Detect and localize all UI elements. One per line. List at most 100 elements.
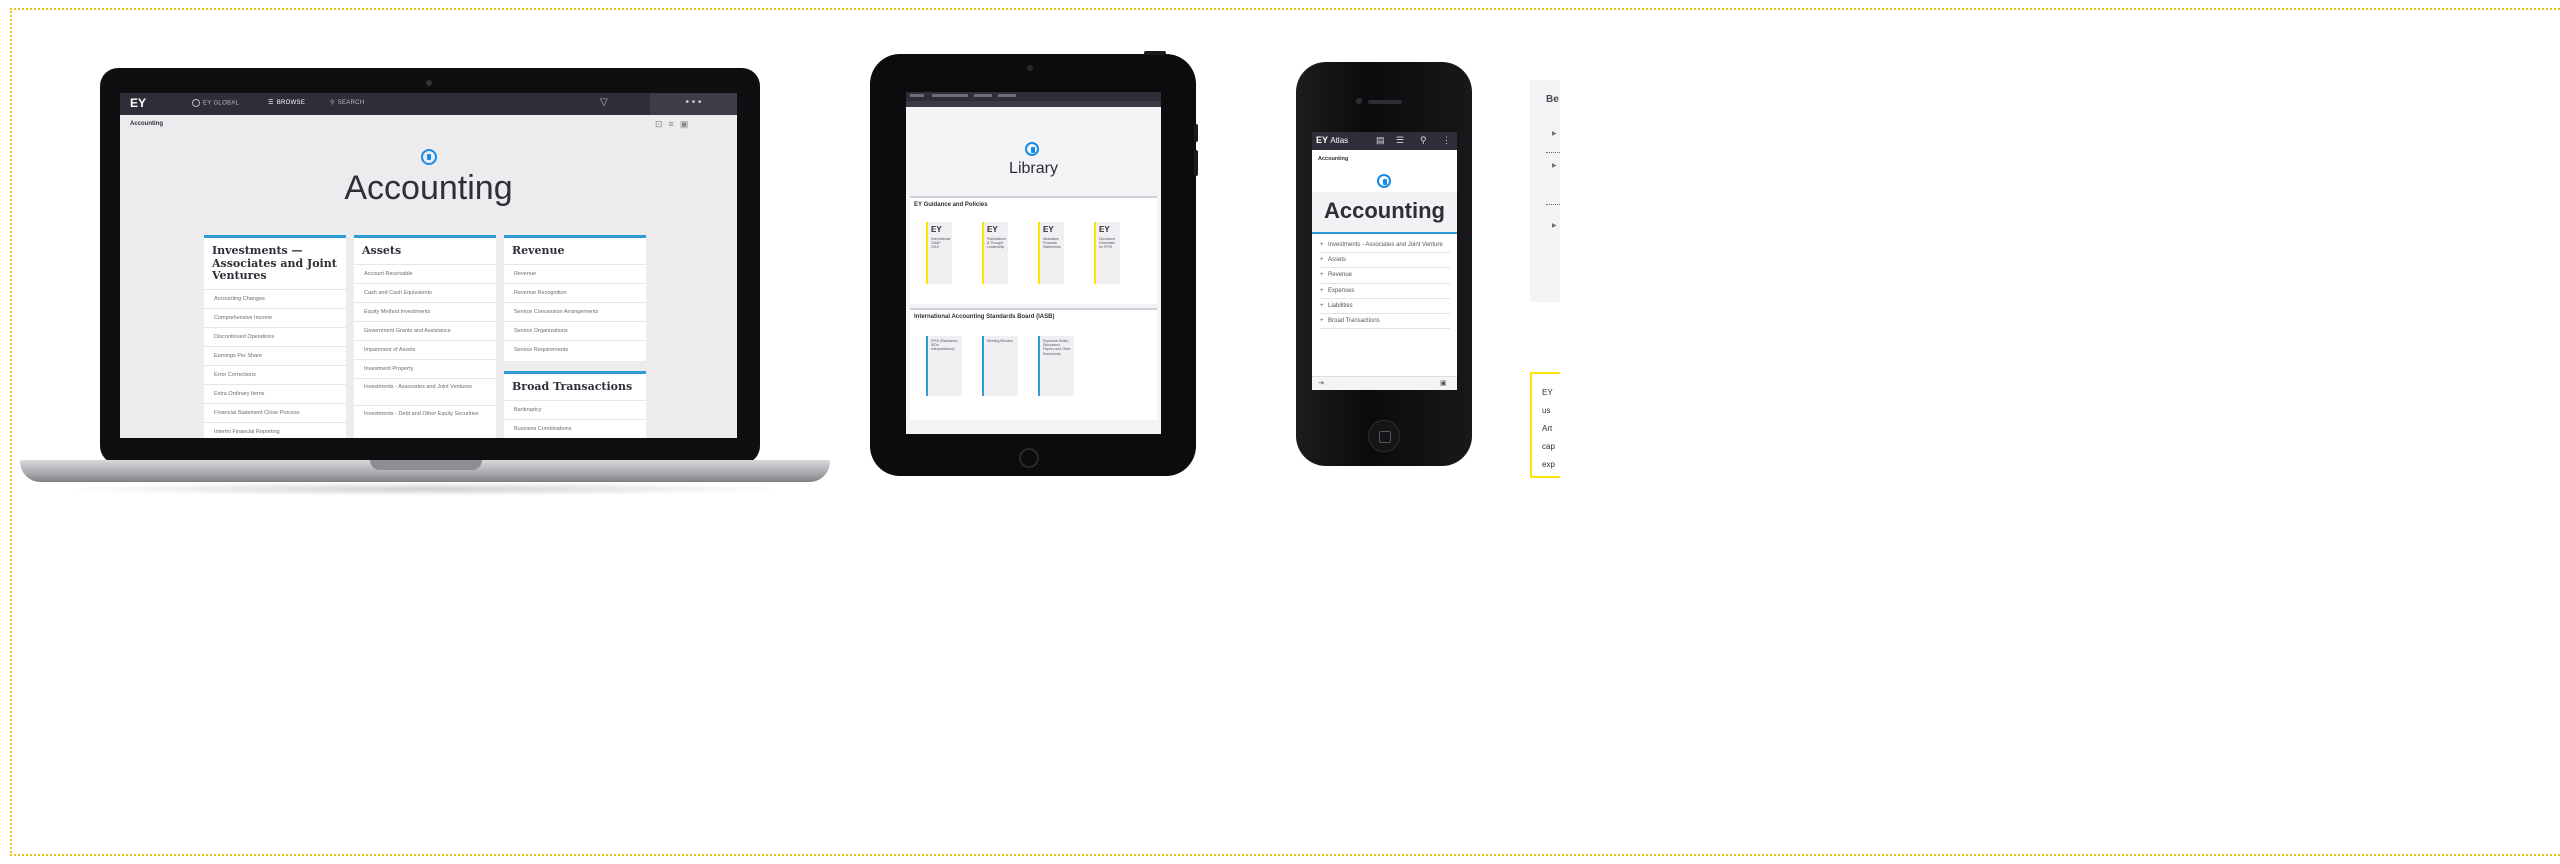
- tab-placeholder[interactable]: [998, 94, 1016, 97]
- tab-placeholder[interactable]: [932, 94, 968, 97]
- tablet-camera: [1027, 65, 1033, 71]
- tablet-power-button: [1144, 51, 1166, 55]
- list-item[interactable]: Investments - Associates and Joint Ventu…: [354, 377, 496, 405]
- list-item[interactable]: Service Requirements: [504, 339, 646, 359]
- list-item[interactable]: + Assets: [1320, 253, 1450, 269]
- list-item[interactable]: Comprehensive Income: [204, 307, 346, 327]
- column-card-broad-transactions: Broad Transactions Bankruptcy Business C…: [504, 371, 646, 438]
- browse-tab[interactable]: ☰ BROWSE: [268, 99, 305, 106]
- note-text: Art: [1542, 424, 1553, 433]
- list-item[interactable]: Business Combinations: [504, 418, 646, 438]
- document-icon: [421, 149, 437, 165]
- column-heading: Assets: [362, 244, 402, 257]
- list-item[interactable]: Error Corrections: [204, 364, 346, 384]
- highlight-note-box: EY us Art cap exp: [1530, 372, 1560, 478]
- list-item[interactable]: Equity Method Investments: [354, 301, 496, 321]
- list-item[interactable]: Revenue Recognition: [504, 282, 646, 302]
- bullet-arrow-icon: ▶: [1552, 223, 1557, 229]
- list-item[interactable]: + Broad Transactions: [1320, 314, 1450, 330]
- list-item[interactable]: Government Grants and Assistance: [354, 320, 496, 340]
- toolbar-icons: ⊡≡▣: [655, 119, 694, 130]
- phone-home-button: [1368, 420, 1400, 452]
- laptop-camera: [426, 80, 432, 86]
- list-item[interactable]: Impairment of Assets: [354, 339, 496, 359]
- ey-atlas-logo[interactable]: EY Atlas: [1316, 135, 1348, 145]
- category-list: + Investments - Associates and Joint Vent…: [1320, 238, 1450, 330]
- list-item[interactable]: + Revenue: [1320, 268, 1450, 284]
- column-card-revenue: Revenue Revenue Revenue Recognition Serv…: [504, 235, 646, 361]
- list-item[interactable]: Investment Property: [354, 358, 496, 378]
- tile-publications[interactable]: EY Publications & Thought Leadership: [982, 222, 1008, 284]
- column-card-investments: Investments — Associates and Joint Ventu…: [204, 235, 346, 438]
- more-icon[interactable]: ⋮: [1442, 135, 1451, 146]
- list-item[interactable]: Service Concession Arrangements: [504, 301, 646, 321]
- search-icon: ⚲: [330, 100, 335, 106]
- column-card-assets: Assets Account Receivable Cash and Cash …: [354, 235, 496, 438]
- list-item[interactable]: Revenue: [504, 263, 646, 283]
- tile-illustrative-statements[interactable]: EY Illustrative Financial Statements: [1038, 222, 1064, 284]
- filter-icon[interactable]: ▽: [600, 97, 608, 108]
- browse-icon[interactable]: ☰: [1396, 135, 1404, 146]
- breadcrumb[interactable]: Accounting: [1318, 156, 1348, 162]
- note-text: us: [1542, 406, 1551, 415]
- tile-meeting-minutes[interactable]: Meeting Minutes: [982, 336, 1018, 396]
- search-icon[interactable]: ⚲: [1420, 135, 1427, 146]
- list-item[interactable]: Financial Statement Close Process: [204, 402, 346, 422]
- dotted-divider: [1546, 152, 1560, 153]
- list-item[interactable]: Earnings Per Share: [204, 345, 346, 365]
- list-item[interactable]: + Investments - Associates and Joint Vent…: [1320, 238, 1450, 254]
- lock-icon[interactable]: ▣: [1440, 379, 1447, 387]
- list-item[interactable]: Extra Ordinary Items: [204, 383, 346, 403]
- document-icon: [1377, 174, 1391, 188]
- tile-ifrs[interactable]: IFRS (Standards, IEDs, Interpretations): [926, 336, 962, 396]
- phone-bottom-bar: ⇥ ▣: [1312, 376, 1457, 390]
- tab-placeholder[interactable]: [974, 94, 992, 97]
- plus-icon: +: [1320, 272, 1324, 279]
- list-item[interactable]: Account Receivable: [354, 263, 496, 283]
- list-item[interactable]: Investments - Debt and Other Equity Secu…: [354, 404, 496, 432]
- list-item[interactable]: + Expenses: [1320, 284, 1450, 299]
- list-view-icon[interactable]: ≡: [669, 119, 680, 129]
- note-text: exp: [1542, 460, 1555, 469]
- plus-icon: +: [1320, 287, 1324, 294]
- plus-icon: +: [1320, 257, 1324, 264]
- phone-camera: [1356, 98, 1362, 104]
- list-item[interactable]: Interim Financial Reporting: [204, 421, 346, 438]
- bullet-arrow-icon: ▶: [1552, 163, 1557, 169]
- laptop-shadow: [60, 482, 790, 496]
- tab-placeholder[interactable]: [910, 94, 924, 97]
- note-text: cap: [1542, 442, 1555, 451]
- search-tab[interactable]: ⚲ SEARCH: [330, 99, 365, 106]
- library-title: Library: [1009, 160, 1058, 177]
- list-item[interactable]: Accounting Changes: [204, 288, 346, 308]
- tablet-home-button: [1019, 448, 1039, 468]
- more-menu-button[interactable]: • • •: [650, 93, 737, 115]
- phone-screen: EY Atlas ▤ ☰ ⚲ ⋮ Accounting Accounting +…: [1312, 132, 1457, 390]
- tablet-top-bar: [906, 92, 1161, 101]
- column-heading: Investments — Associates and Joint Ventu…: [212, 244, 337, 283]
- ey-logo[interactable]: EY: [130, 96, 146, 110]
- tablet-volume-button: [1194, 150, 1198, 176]
- library-icon: [1025, 142, 1039, 156]
- list-icon: ☰: [268, 100, 274, 106]
- ey-global-link[interactable]: EY GLOBAL: [192, 99, 239, 107]
- tile-international-gaap[interactable]: EY International GAAP 2016: [926, 222, 952, 284]
- breadcrumb[interactable]: Accounting: [130, 121, 163, 127]
- tile-exposure-drafts[interactable]: Exposure Drafts, Discussion Papers and O…: [1038, 336, 1074, 396]
- list-item[interactable]: Cash and Cash Equivalents: [354, 282, 496, 302]
- tile-disclosure-checklists[interactable]: EY Disclosure Checklists for IFRS: [1094, 222, 1120, 284]
- column-heading: Revenue: [512, 244, 565, 257]
- tablet-sub-bar: [906, 101, 1161, 107]
- list-item[interactable]: Discontinued Operations: [204, 326, 346, 346]
- library-icon[interactable]: ▤: [1376, 135, 1385, 146]
- plus-icon: +: [1320, 242, 1324, 248]
- list-item[interactable]: Bankruptcy: [504, 399, 646, 419]
- iasb-section: International Accounting Standards Board…: [910, 308, 1157, 420]
- list-item[interactable]: + Liabilities: [1320, 299, 1450, 314]
- list-item[interactable]: Service Organizations: [504, 320, 646, 340]
- laptop-device: EY EY GLOBAL ☰ BROWSE ⚲ SEARCH ▽ • • • Acc…: [100, 68, 760, 464]
- lock-icon[interactable]: ▣: [680, 119, 695, 129]
- reader-icon[interactable]: ⊡: [655, 119, 669, 129]
- ey-guidance-section: EY Guidance and Policies EY International…: [910, 196, 1157, 304]
- expand-icon[interactable]: ⇥: [1318, 379, 1324, 387]
